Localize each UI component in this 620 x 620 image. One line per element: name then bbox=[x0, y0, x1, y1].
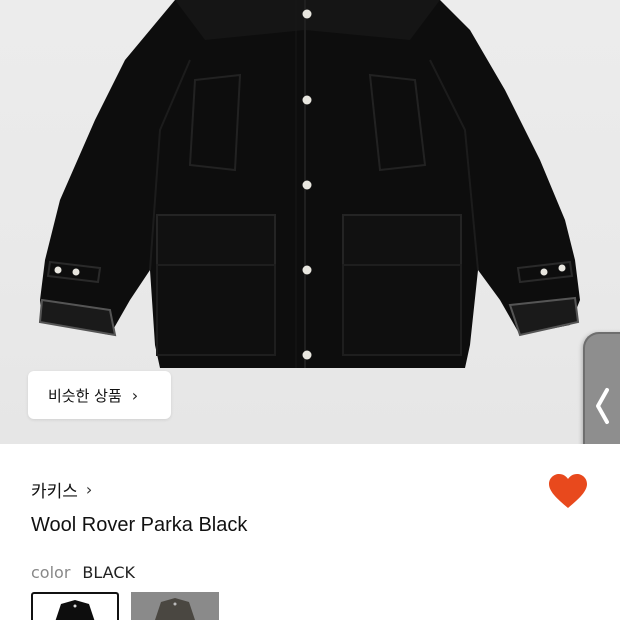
chevron-left-icon bbox=[596, 388, 609, 424]
swatch-thumbnail bbox=[155, 598, 195, 620]
similar-products-button[interactable]: 비슷한 상품 › bbox=[28, 371, 171, 419]
color-swatch-black[interactable] bbox=[31, 592, 119, 620]
color-selector-label: color BLACK bbox=[31, 563, 135, 582]
heart-icon[interactable] bbox=[548, 474, 588, 510]
chevron-right-icon: › bbox=[85, 480, 93, 499]
color-swatch-grey[interactable] bbox=[131, 592, 219, 620]
swatch-thumbnail bbox=[55, 600, 95, 620]
chevron-right-icon: › bbox=[131, 385, 139, 405]
product-info: 카키스 › Wool Rover Parka Black color BLACK bbox=[0, 444, 620, 620]
brand-name: 카키스 bbox=[31, 482, 78, 502]
similar-products-label: 비슷한 상품 bbox=[48, 386, 122, 405]
product-title: Wool Rover Parka Black bbox=[31, 514, 248, 536]
product-image-area: 비슷한 상품 › bbox=[0, 0, 620, 444]
brand-link[interactable]: 카키스 › bbox=[31, 477, 92, 502]
color-label: color bbox=[31, 563, 71, 582]
color-value: BLACK bbox=[82, 563, 135, 582]
